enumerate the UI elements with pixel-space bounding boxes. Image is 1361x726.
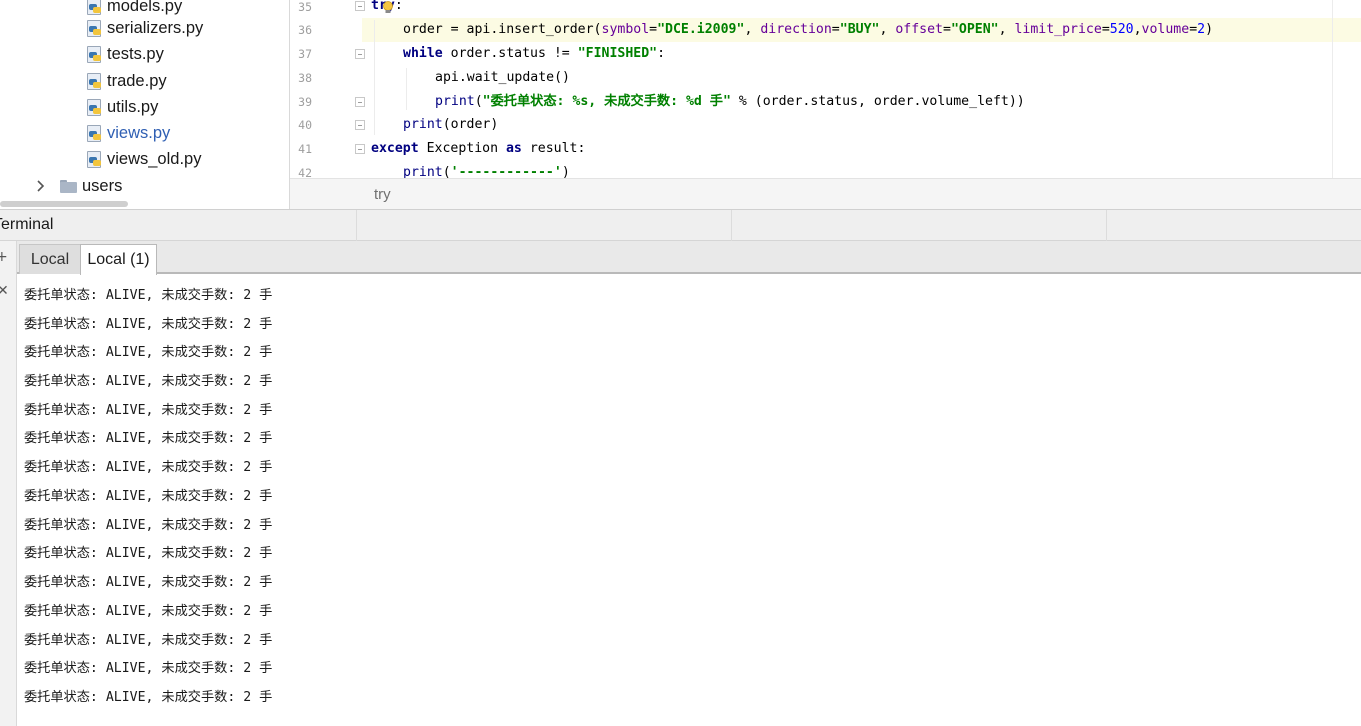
terminal-output[interactable]: 委托单状态: ALIVE, 未成交手数: 2 手 委托单状态: ALIVE, 未… <box>17 276 1361 726</box>
project-tree: models.py serializers.py tests.py trade.… <box>0 0 290 209</box>
tab-local-1[interactable]: Local (1) <box>80 244 157 275</box>
line-number: 41 <box>298 142 312 156</box>
chevron-right-icon[interactable] <box>34 179 48 193</box>
python-file-icon <box>86 72 103 90</box>
code-line: while order.status != "FINISHED": <box>403 46 666 61</box>
python-file-icon <box>86 0 103 15</box>
fold-marker[interactable] <box>355 120 365 130</box>
terminal-output-line: 委托单状态: ALIVE, 未成交手数: 2 手 <box>24 288 273 303</box>
tree-item-label: tests.py <box>107 44 164 63</box>
tree-item-users[interactable]: users <box>0 173 122 199</box>
lightbulb-icon[interactable] <box>382 0 394 14</box>
close-icon[interactable]: ✕ <box>0 283 9 299</box>
tree-item-views-old[interactable]: views_old.py <box>0 146 201 172</box>
terminal-output-line: 委托单状态: ALIVE, 未成交手数: 2 手 <box>24 575 273 590</box>
code-line: print("委托单状态: %s, 未成交手数: %d 手" % (order.… <box>435 94 1025 109</box>
code-area[interactable]: try: order = api.insert_order(symbol="DC… <box>371 0 1331 180</box>
code-line: print(order) <box>403 117 499 132</box>
line-number: 38 <box>298 71 312 85</box>
tree-item-label: views_old.py <box>107 149 202 168</box>
tree-item-tests[interactable]: tests.py <box>0 41 164 67</box>
tree-item-label: trade.py <box>107 71 167 90</box>
python-file-icon <box>86 124 103 142</box>
fold-marker[interactable] <box>355 97 365 107</box>
breadcrumb-item[interactable]: try <box>374 186 391 203</box>
fold-marker[interactable] <box>355 49 365 59</box>
terminal-output-line: 委托单状态: ALIVE, 未成交手数: 2 手 <box>24 633 273 648</box>
tree-item-serializers[interactable]: serializers.py <box>0 15 203 41</box>
fold-marker[interactable] <box>355 144 365 154</box>
horizontal-scrollbar[interactable] <box>0 201 128 207</box>
editor-gutter: 35 36 37 38 39 40 41 42 <box>290 0 365 180</box>
terminal-title: Terminal <box>0 216 54 233</box>
python-file-icon <box>86 45 103 63</box>
terminal-output-line: 委托单状态: ALIVE, 未成交手数: 2 手 <box>24 374 273 389</box>
terminal-output-line: 委托单状态: ALIVE, 未成交手数: 2 手 <box>24 317 273 332</box>
terminal-output-line: 委托单状态: ALIVE, 未成交手数: 2 手 <box>24 546 273 561</box>
code-line: order = api.insert_order(symbol="DCE.i20… <box>403 22 1214 37</box>
code-editor[interactable]: 35 36 37 38 39 40 41 42 try: order = api… <box>290 0 1361 209</box>
code-line: except Exception as result: <box>371 141 586 156</box>
tree-item-label: views.py <box>107 123 171 142</box>
add-icon[interactable]: + <box>0 249 8 265</box>
terminal-output-line: 委托单状态: ALIVE, 未成交手数: 2 手 <box>24 661 273 676</box>
tree-item-label: users <box>82 176 123 195</box>
tab-label: Local (1) <box>87 251 150 268</box>
line-number: 37 <box>298 47 312 61</box>
python-file-icon <box>86 98 103 116</box>
tree-item-label: utils.py <box>107 97 159 116</box>
tree-item-views[interactable]: views.py <box>0 120 170 146</box>
terminal-tab-bar: Local Local (1) <box>0 241 1361 275</box>
tab-local[interactable]: Local <box>19 244 81 274</box>
terminal-header: Terminal <box>0 209 1361 241</box>
terminal-output-line: 委托单状态: ALIVE, 未成交手数: 2 手 <box>24 431 273 446</box>
line-number: 40 <box>298 118 312 132</box>
python-file-icon <box>86 150 103 168</box>
terminal-output-line: 委托单状态: ALIVE, 未成交手数: 2 手 <box>24 489 273 504</box>
tree-item-label: models.py <box>107 0 183 15</box>
terminal-output-line: 委托单状态: ALIVE, 未成交手数: 2 手 <box>24 345 273 360</box>
fold-marker[interactable] <box>355 1 365 11</box>
right-margin-guide <box>1332 0 1333 178</box>
tree-item-label: serializers.py <box>107 18 204 37</box>
breadcrumb: try <box>290 178 1361 209</box>
terminal-output-line: 委托单状态: ALIVE, 未成交手数: 2 手 <box>24 690 273 705</box>
line-number: 35 <box>298 0 312 14</box>
terminal-output-line: 委托单状态: ALIVE, 未成交手数: 2 手 <box>24 460 273 475</box>
tab-label: Local <box>30 250 70 268</box>
terminal-output-line: 委托单状态: ALIVE, 未成交手数: 2 手 <box>24 403 273 418</box>
tree-item-utils[interactable]: utils.py <box>0 94 158 120</box>
terminal-output-line: 委托单状态: ALIVE, 未成交手数: 2 手 <box>24 518 273 533</box>
code-line: api.wait_update() <box>435 70 570 85</box>
tree-item-trade[interactable]: trade.py <box>0 68 167 94</box>
line-number: 36 <box>298 23 312 37</box>
terminal-toolbar: + ✕ <box>0 241 17 726</box>
line-number: 39 <box>298 95 312 109</box>
folder-icon <box>60 179 77 193</box>
python-file-icon <box>86 19 103 37</box>
terminal-output-line: 委托单状态: ALIVE, 未成交手数: 2 手 <box>24 604 273 619</box>
